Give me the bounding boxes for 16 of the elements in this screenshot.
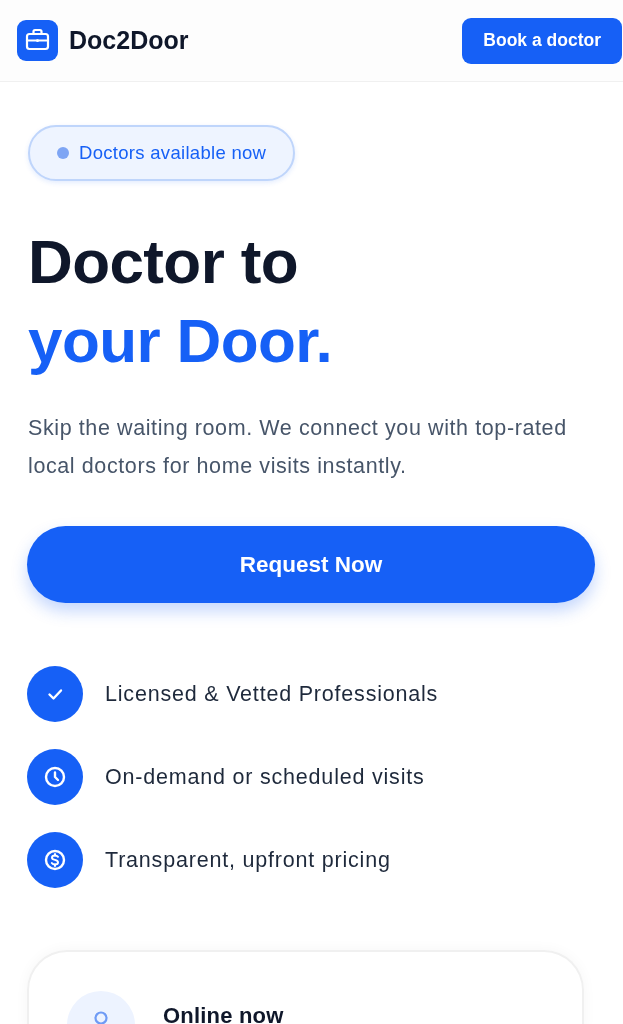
- brand-name: Doc2Door: [69, 24, 189, 56]
- check-icon: [27, 666, 83, 722]
- badge-text: Doctors available now: [79, 141, 267, 166]
- feature-text: Licensed & Vetted Professionals: [105, 680, 439, 708]
- request-now-button[interactable]: Request Now: [27, 526, 595, 603]
- feature-text: Transparent, upfront pricing: [105, 846, 391, 874]
- clock-icon: [27, 749, 83, 805]
- hero-description: Skip the waiting room. We connect you with top-rated local doctors for home visits instantly.: [28, 415, 568, 480]
- status-dot-icon: [57, 147, 69, 159]
- briefcase-icon: [17, 20, 58, 61]
- card-title: Online now: [163, 1002, 284, 1024]
- feature-text: On-demand or scheduled visits: [105, 763, 425, 791]
- hero-heading-line: Doctor to: [28, 226, 299, 298]
- book-doctor-button[interactable]: Book a doctor: [462, 17, 622, 64]
- hero-heading-line: your Door.: [28, 305, 333, 377]
- dollar-coin-icon: [27, 832, 83, 888]
